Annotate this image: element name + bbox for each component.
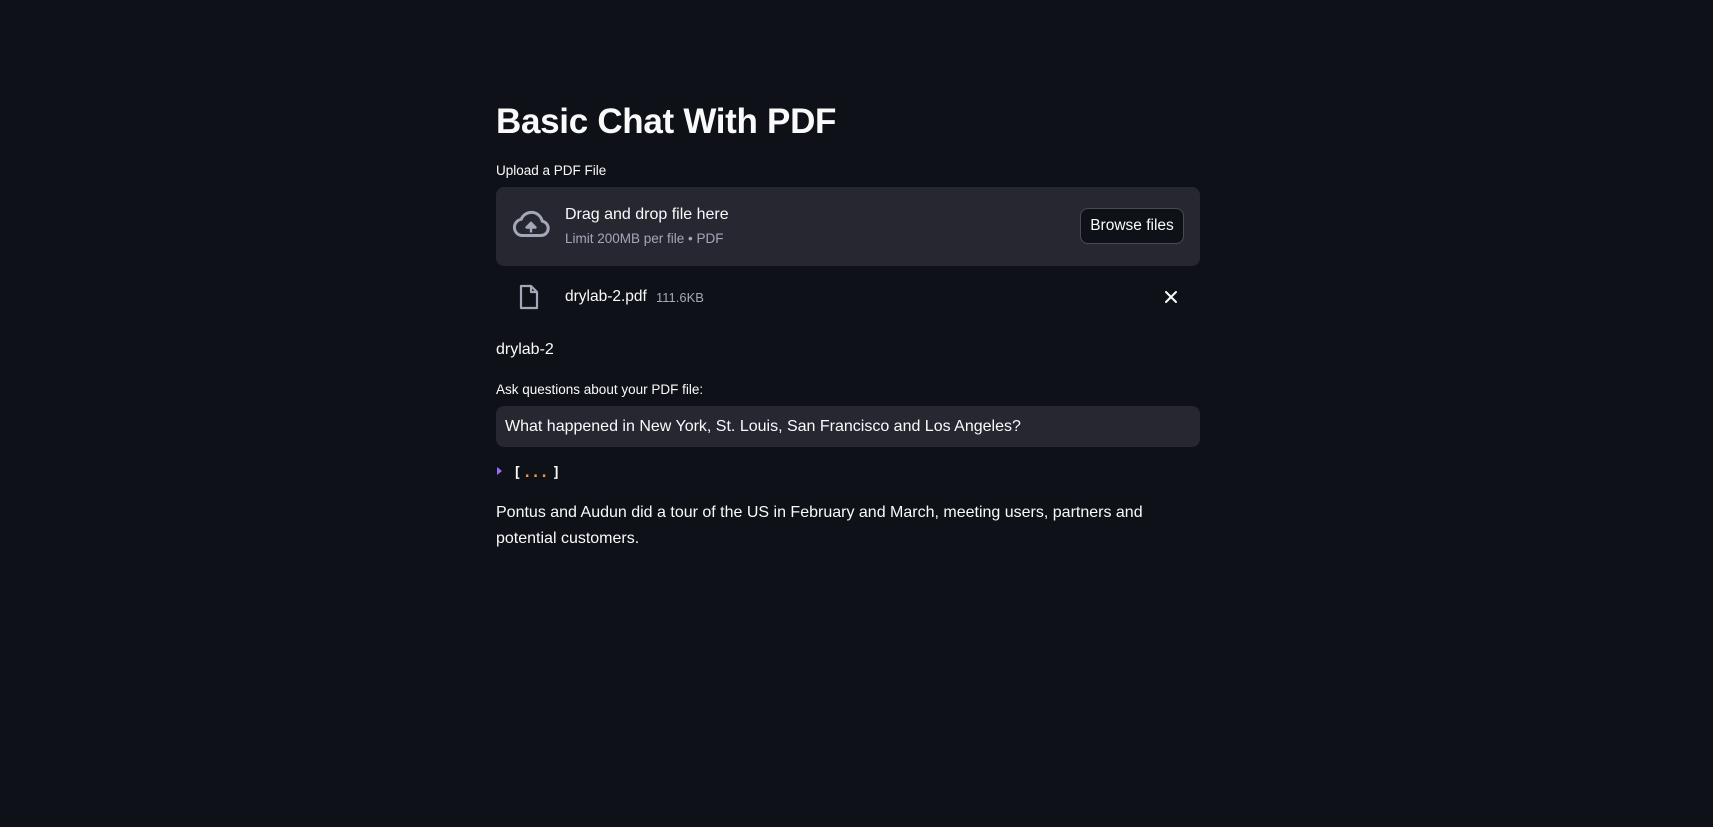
dropzone-instructions: Drag and drop file here xyxy=(565,206,729,223)
cloud-upload-icon xyxy=(512,210,550,237)
uploaded-file-row: drylab-2.pdf 111.6KB xyxy=(496,280,1200,314)
page-title: Basic Chat With PDF xyxy=(496,102,837,141)
uploaded-file-size: 111.6KB xyxy=(656,290,704,305)
document-name: drylab-2 xyxy=(496,341,554,358)
upload-label: Upload a PDF File xyxy=(496,163,607,178)
answer-text: Pontus and Audun did a tour of the US in… xyxy=(496,504,1143,547)
uploaded-file-name: drylab-2.pdf xyxy=(565,288,647,305)
file-icon xyxy=(519,284,539,310)
close-icon xyxy=(1165,291,1177,303)
remove-file-button[interactable] xyxy=(1160,286,1182,308)
dropzone-limit-text: Limit 200MB per file • PDF xyxy=(565,231,724,246)
question-label: Ask questions about your PDF file: xyxy=(496,382,704,397)
json-collapsed-ellipsis[interactable]: ... xyxy=(523,465,548,481)
json-open-bracket: [ xyxy=(513,465,522,481)
json-close-bracket: ] xyxy=(552,465,561,481)
question-input[interactable] xyxy=(496,406,1200,447)
browse-files-button[interactable]: Browse files xyxy=(1080,208,1184,244)
file-dropzone[interactable]: Drag and drop file here Limit 200MB per … xyxy=(496,187,1200,266)
expand-caret-icon[interactable] xyxy=(496,465,504,477)
